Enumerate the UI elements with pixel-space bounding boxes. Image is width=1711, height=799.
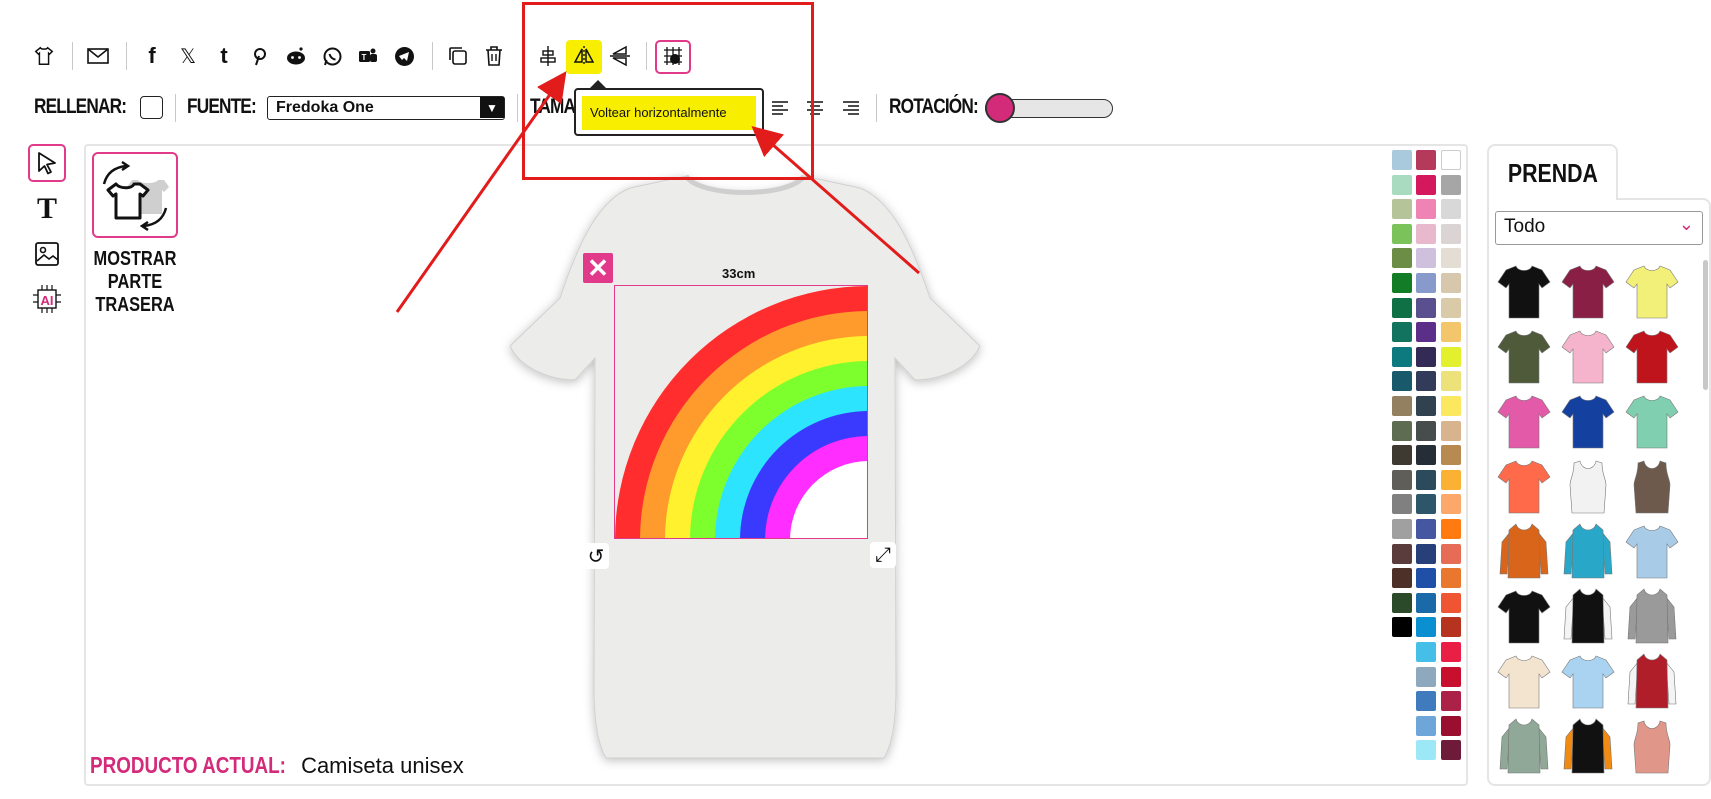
annotation-arrows: [395, 71, 920, 313]
